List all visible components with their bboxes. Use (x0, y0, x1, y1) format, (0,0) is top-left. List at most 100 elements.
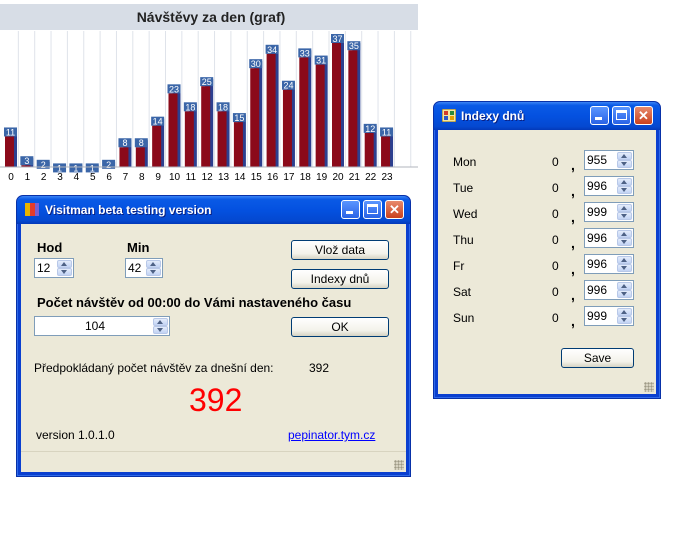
index-fraction-stepper[interactable]: 996 (584, 176, 634, 196)
count-stepper[interactable]: 104 (34, 316, 170, 336)
minimize-icon (595, 117, 602, 120)
decimal-separator: , (571, 157, 575, 173)
x-tick-11: 11 (186, 172, 197, 183)
index-fraction-value: 996 (587, 283, 608, 297)
index-integer-part: 0 (552, 207, 559, 221)
index-window-title: Indexy dnů (461, 109, 525, 123)
close-button[interactable]: ✕ (385, 200, 404, 219)
index-titlebar[interactable]: Indexy dnů ✕ (434, 102, 660, 130)
data-label-19: 31 (316, 56, 326, 66)
main-window: Visitman beta testing version ✕ Hod Min … (16, 195, 411, 477)
main-titlebar[interactable]: Visitman beta testing version ✕ (17, 196, 410, 224)
bar-10 (168, 86, 181, 167)
min-label: Min (127, 240, 150, 255)
decimal-separator: , (571, 209, 575, 225)
day-label: Sun (453, 311, 475, 325)
website-link[interactable]: pepinator.tym.cz (288, 428, 375, 442)
index-window: Indexy dnů ✕ Mon 0, 955 Tue 0, 996 Wed 0, 999 Thu… (433, 101, 661, 399)
save-button[interactable]: Save (561, 348, 634, 368)
index-fraction-stepper[interactable]: 996 (584, 254, 634, 274)
index-down-arrow-icon[interactable] (617, 160, 632, 168)
index-down-arrow-icon[interactable] (617, 316, 632, 324)
index-fraction-value: 999 (587, 205, 608, 219)
index-up-arrow-icon[interactable] (617, 230, 632, 238)
hod-up-arrow-icon[interactable] (57, 260, 72, 268)
decimal-separator: , (571, 235, 575, 251)
index-down-arrow-icon[interactable] (617, 186, 632, 194)
indexy-dnu-button[interactable]: Indexy dnů (291, 269, 389, 289)
form-icon (442, 109, 456, 122)
index-down-arrow-icon[interactable] (617, 238, 632, 246)
data-label-6: 2 (106, 160, 111, 170)
decimal-separator: , (571, 287, 575, 303)
index-up-arrow-icon[interactable] (617, 204, 632, 212)
day-label: Fr (453, 259, 465, 273)
minimize-icon (346, 211, 353, 214)
data-label-15: 30 (251, 59, 261, 69)
count-up-arrow-icon[interactable] (153, 318, 168, 326)
maximize-icon (616, 110, 627, 120)
x-tick-7: 7 (123, 172, 129, 183)
min-up-arrow-icon[interactable] (146, 260, 161, 268)
x-tick-16: 16 (267, 172, 279, 183)
index-integer-part: 0 (552, 233, 559, 247)
index-fraction-stepper[interactable]: 996 (584, 228, 634, 248)
index-down-arrow-icon[interactable] (617, 212, 632, 220)
index-fraction-stepper[interactable]: 999 (584, 306, 634, 326)
x-tick-12: 12 (202, 172, 214, 183)
index-fraction-stepper[interactable]: 996 (584, 280, 634, 300)
day-label: Sat (453, 285, 472, 299)
version-label: version 1.0.1.0 (36, 428, 115, 442)
min-down-arrow-icon[interactable] (146, 268, 161, 276)
data-label-21: 35 (349, 41, 359, 51)
data-label-12: 25 (202, 77, 212, 87)
main-client-area: Hod Min 12 42 Vlož data Indexy dnů Počet… (21, 224, 406, 472)
index-up-arrow-icon[interactable] (617, 308, 632, 316)
data-label-13: 18 (218, 102, 228, 112)
index-up-arrow-icon[interactable] (617, 178, 632, 186)
index-down-arrow-icon[interactable] (617, 290, 632, 298)
index-up-arrow-icon[interactable] (617, 282, 632, 290)
index-resize-grip-icon[interactable] (644, 382, 654, 392)
chart-title: Návštěvy za den (graf) (137, 9, 286, 25)
minimize-button[interactable] (341, 200, 360, 219)
index-down-arrow-icon[interactable] (617, 264, 632, 272)
count-value: 104 (85, 319, 106, 333)
hod-down-arrow-icon[interactable] (57, 268, 72, 276)
index-close-button[interactable]: ✕ (634, 106, 653, 125)
count-down-arrow-icon[interactable] (153, 326, 168, 334)
index-minimize-button[interactable] (590, 106, 609, 125)
bar-21 (348, 43, 361, 167)
index-integer-part: 0 (552, 285, 559, 299)
index-fraction-value: 955 (587, 153, 608, 167)
min-stepper[interactable]: 42 (125, 258, 163, 278)
predicted-label: Předpokládaný počet návštěv za dnešní de… (34, 361, 274, 375)
index-fraction-value: 996 (587, 231, 608, 245)
index-up-arrow-icon[interactable] (617, 152, 632, 160)
x-tick-19: 19 (316, 172, 328, 183)
x-tick-5: 5 (90, 172, 96, 183)
app-icon (25, 203, 39, 216)
hod-stepper[interactable]: 12 (34, 258, 74, 278)
data-label-14: 15 (234, 113, 244, 123)
ok-button[interactable]: OK (291, 317, 389, 337)
x-tick-10: 10 (169, 172, 181, 183)
count-heading: Počet návštěv od 00:00 do Vámi nastavené… (37, 295, 352, 310)
day-label: Thu (453, 233, 474, 247)
vloz-data-button[interactable]: Vlož data (291, 240, 389, 260)
maximize-button[interactable] (363, 200, 382, 219)
index-fraction-stepper[interactable]: 999 (584, 202, 634, 222)
x-tick-0: 0 (8, 172, 14, 183)
resize-grip-icon[interactable] (394, 460, 404, 470)
index-client-area: Mon 0, 955 Tue 0, 996 Wed 0, 999 Thu 0, 996 Fr 0, 996 S… (438, 130, 656, 394)
index-fraction-stepper[interactable]: 955 (584, 150, 634, 170)
day-label: Mon (453, 155, 477, 169)
x-tick-22: 22 (365, 172, 377, 183)
data-label-8: 8 (139, 138, 144, 148)
x-tick-9: 9 (155, 172, 161, 183)
index-up-arrow-icon[interactable] (617, 256, 632, 264)
x-tick-6: 6 (106, 172, 112, 183)
index-maximize-button[interactable] (612, 106, 631, 125)
index-fraction-value: 996 (587, 257, 608, 271)
predicted-value: 392 (309, 361, 330, 375)
